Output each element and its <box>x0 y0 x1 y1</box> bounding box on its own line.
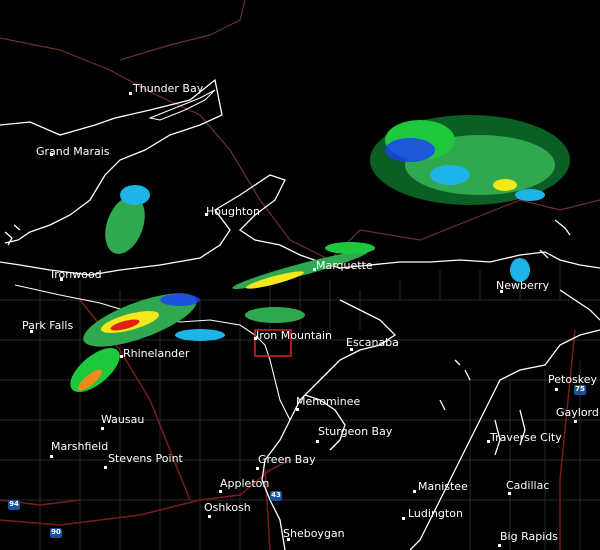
city-thunder-bay[interactable]: Thunder Bay <box>133 83 203 95</box>
city-marquette[interactable]: Marquette <box>316 260 373 272</box>
city-manistee[interactable]: Manistee <box>418 481 468 493</box>
city-green-bay[interactable]: Green Bay <box>258 454 316 466</box>
city-dot <box>129 92 132 95</box>
city-park-falls[interactable]: Park Falls <box>22 320 73 332</box>
city-dot <box>316 440 319 443</box>
city-gaylord[interactable]: Gaylord <box>556 407 599 419</box>
city-houghton[interactable]: Houghton <box>206 206 260 218</box>
city-dot <box>402 517 405 520</box>
city-dot <box>555 388 558 391</box>
interstate-43-shield: 43 <box>270 491 282 501</box>
city-dot <box>219 490 222 493</box>
radar-map[interactable]: Thunder Bay Grand Marais Houghton Marque… <box>0 0 600 550</box>
city-iron-mountain[interactable]: Iron Mountain <box>256 330 332 342</box>
city-marshfield[interactable]: Marshfield <box>51 441 108 453</box>
city-dot <box>296 408 299 411</box>
city-dot <box>498 544 501 547</box>
city-dot <box>256 467 259 470</box>
city-ludington[interactable]: Ludington <box>408 508 463 520</box>
city-wausau[interactable]: Wausau <box>101 414 144 426</box>
city-dot <box>50 455 53 458</box>
city-newberry[interactable]: Newberry <box>496 280 549 292</box>
city-sturgeon-bay[interactable]: Sturgeon Bay <box>318 426 392 438</box>
city-dot <box>413 490 416 493</box>
city-dot <box>101 427 104 430</box>
city-escanaba[interactable]: Escanaba <box>346 337 399 349</box>
city-traverse-city[interactable]: Traverse City <box>490 432 562 444</box>
city-dot <box>508 492 511 495</box>
city-menominee[interactable]: Menominee <box>296 396 360 408</box>
city-big-rapids[interactable]: Big Rapids <box>500 531 558 543</box>
city-oshkosh[interactable]: Oshkosh <box>204 502 251 514</box>
interstate-94-shield: 94 <box>8 500 20 510</box>
city-rhinelander[interactable]: Rhinelander <box>123 348 189 360</box>
city-dot <box>574 420 577 423</box>
city-dot <box>104 466 107 469</box>
city-appleton[interactable]: Appleton <box>220 478 269 490</box>
city-cadillac[interactable]: Cadillac <box>506 480 549 492</box>
city-dot <box>208 515 211 518</box>
city-stevens-point[interactable]: Stevens Point <box>108 453 183 465</box>
city-sheboygan[interactable]: Sheboygan <box>283 528 345 540</box>
city-petoskey[interactable]: Petoskey <box>548 374 597 386</box>
city-grand-marais[interactable]: Grand Marais <box>36 146 110 158</box>
city-ironwood[interactable]: Ironwood <box>51 269 102 281</box>
interstate-90-shield: 90 <box>50 528 62 538</box>
interstate-75-shield: 75 <box>574 385 586 395</box>
